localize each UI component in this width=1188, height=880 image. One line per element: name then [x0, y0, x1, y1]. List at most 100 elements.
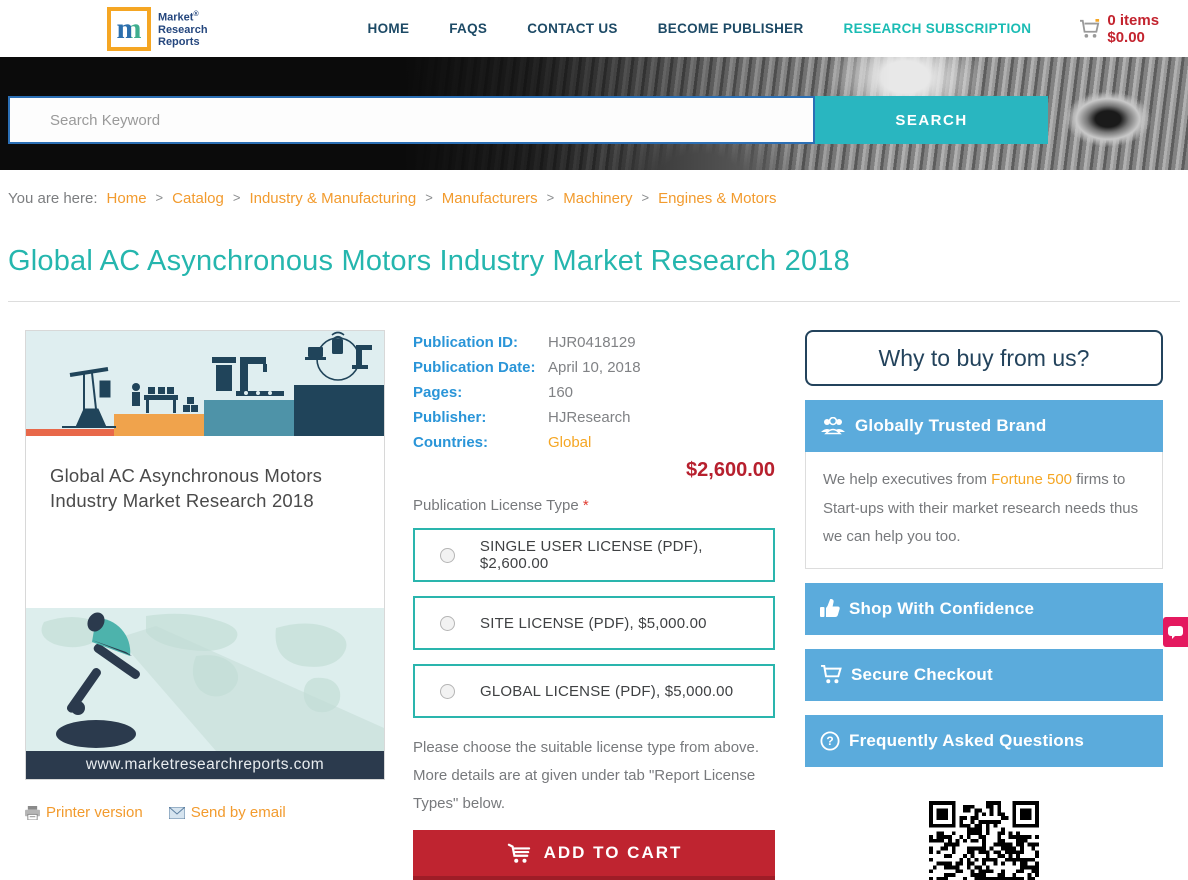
detail-row-pages: Pages: 160	[413, 380, 775, 405]
detail-row-publication-id: Publication ID: HJR0418129	[413, 330, 775, 355]
publication-details-column: Publication ID: HJR0418129 Publication D…	[413, 330, 775, 880]
send-by-email-link[interactable]: Send by email	[169, 804, 286, 821]
detail-row-countries: Countries: Global	[413, 430, 775, 455]
license-option-label: SINGLE USER LICENSE (PDF), $2,600.00	[480, 538, 773, 572]
add-to-cart-icon	[506, 842, 532, 864]
cart-icon	[1079, 19, 1101, 39]
detail-label: Publication ID:	[413, 330, 548, 355]
license-type-label: Publication License Type *	[413, 497, 775, 514]
license-option-label: GLOBAL LICENSE (PDF), $5,000.00	[480, 683, 733, 700]
detail-value: 160	[548, 380, 573, 405]
cover-url-text: www.marketresearchreports.com	[86, 756, 324, 774]
license-option-label: SITE LICENSE (PDF), $5,000.00	[480, 615, 707, 632]
breadcrumb: You are here: Home > Catalog > Industry …	[8, 190, 1188, 207]
chat-bubble-icon	[1168, 626, 1183, 639]
breadcrumb-engines-motors[interactable]: Engines & Motors	[658, 190, 776, 207]
live-chat-tab[interactable]	[1163, 617, 1188, 647]
detail-label: Publication Date:	[413, 355, 548, 380]
required-asterisk: *	[583, 497, 589, 514]
detail-row-publisher: Publisher: HJResearch	[413, 405, 775, 430]
secure-checkout-title: Secure Checkout	[851, 665, 993, 685]
license-note: Please choose the suitable license type …	[413, 734, 775, 817]
globally-trusted-brand-text: We help executives from Fortune 500 firm…	[805, 452, 1163, 569]
license-option-site[interactable]: SITE LICENSE (PDF), $5,000.00	[413, 596, 775, 650]
hero-search-banner: SEARCH	[0, 57, 1188, 170]
nav-contact-us[interactable]: CONTACT US	[527, 21, 618, 36]
detail-label: Publisher:	[413, 405, 548, 430]
report-cover-image: Global AC Asynchronous Motors Industry M…	[25, 330, 385, 780]
email-icon	[169, 807, 185, 819]
nav-home[interactable]: HOME	[368, 21, 410, 36]
detail-label: Countries:	[413, 430, 548, 455]
license-radio-site[interactable]	[440, 616, 455, 631]
page-title: Global AC Asynchronous Motors Industry M…	[8, 245, 1188, 278]
breadcrumb-machinery[interactable]: Machinery	[563, 190, 632, 207]
qr-code-wrap	[805, 801, 1163, 880]
main-content: Global AC Asynchronous Motors Industry M…	[8, 330, 1180, 880]
shop-with-confidence-box[interactable]: Shop With Confidence	[805, 583, 1163, 635]
why-to-buy-box: Why to buy from us?	[805, 330, 1163, 386]
question-circle-icon: ?	[820, 731, 840, 751]
printer-version-link[interactable]: Printer version	[25, 804, 143, 821]
breadcrumb-separator: >	[547, 190, 555, 207]
cover-url-bar: www.marketresearchreports.com	[26, 751, 384, 779]
countries-global-link[interactable]: Global	[548, 430, 591, 455]
nav-research-subscription[interactable]: RESEARCH SUBSCRIPTION	[844, 21, 1032, 36]
why-buy-sidebar: Why to buy from us? Globally Trusted Bra…	[805, 330, 1163, 880]
breadcrumb-manufacturers[interactable]: Manufacturers	[442, 190, 538, 207]
breadcrumb-separator: >	[641, 190, 649, 207]
svg-text:?: ?	[826, 734, 833, 748]
search-input[interactable]	[8, 96, 815, 144]
registered-mark: ®	[193, 11, 198, 18]
main-nav: HOME FAQS CONTACT US BECOME PUBLISHER RE…	[368, 21, 1032, 36]
faq-box[interactable]: ? Frequently Asked Questions	[805, 715, 1163, 767]
shop-with-confidence-title: Shop With Confidence	[849, 599, 1034, 619]
cart-status[interactable]: 0 items $0.00	[1079, 12, 1188, 46]
cover-title-band: Global AC Asynchronous Motors Industry M…	[26, 436, 384, 608]
people-icon	[820, 417, 846, 435]
globally-trusted-brand-header[interactable]: Globally Trusted Brand	[805, 400, 1163, 452]
title-divider	[8, 301, 1180, 302]
share-links: Printer version Send by email	[25, 804, 385, 821]
cover-title-text: Global AC Asynchronous Motors Industry M…	[50, 464, 384, 514]
globally-trusted-brand-title: Globally Trusted Brand	[855, 416, 1046, 436]
breadcrumb-home[interactable]: Home	[107, 190, 147, 207]
breadcrumb-separator: >	[233, 190, 241, 207]
detail-value: HJResearch	[548, 405, 631, 430]
thumbs-up-icon	[820, 599, 840, 618]
faq-title: Frequently Asked Questions	[849, 731, 1084, 751]
breadcrumb-prefix: You are here:	[8, 190, 98, 207]
logo-text: Market® Research Reports	[158, 9, 208, 48]
nav-become-publisher[interactable]: BECOME PUBLISHER	[658, 21, 804, 36]
top-navigation-bar: m Market® Research Reports HOME FAQS CON…	[0, 0, 1188, 57]
secure-checkout-box[interactable]: Secure Checkout	[805, 649, 1163, 701]
printer-icon	[25, 806, 40, 820]
secure-cart-icon	[820, 665, 842, 684]
site-logo[interactable]: m Market® Research Reports	[107, 7, 208, 51]
license-option-global[interactable]: GLOBAL LICENSE (PDF), $5,000.00	[413, 664, 775, 718]
fortune-500-link[interactable]: Fortune 500	[991, 471, 1072, 488]
breadcrumb-catalog[interactable]: Catalog	[172, 190, 224, 207]
product-cover-column: Global AC Asynchronous Motors Industry M…	[25, 330, 385, 880]
detail-value: HJR0418129	[548, 330, 636, 355]
detail-value: April 10, 2018	[548, 355, 641, 380]
license-radio-single-user[interactable]	[440, 548, 455, 563]
nav-faqs[interactable]: FAQS	[449, 21, 487, 36]
qr-code-image	[929, 801, 1039, 880]
cover-map-lamp	[26, 608, 384, 751]
breadcrumb-separator: >	[425, 190, 433, 207]
why-to-buy-title: Why to buy from us?	[879, 345, 1090, 372]
add-to-cart-button[interactable]: ADD TO CART	[413, 830, 775, 880]
detail-row-publication-date: Publication Date: April 10, 2018	[413, 355, 775, 380]
logo-mark: m	[107, 7, 151, 51]
cart-count-total: 0 items $0.00	[1107, 12, 1188, 46]
breadcrumb-separator: >	[156, 190, 164, 207]
detail-label: Pages:	[413, 380, 548, 405]
breadcrumb-industry-manufacturing[interactable]: Industry & Manufacturing	[249, 190, 416, 207]
report-price: $2,600.00	[413, 459, 775, 482]
license-radio-global[interactable]	[440, 684, 455, 699]
cover-illustration	[26, 331, 384, 436]
search-button[interactable]: SEARCH	[815, 96, 1048, 144]
logo-letter: m	[117, 14, 142, 44]
license-option-single-user[interactable]: SINGLE USER LICENSE (PDF), $2,600.00	[413, 528, 775, 582]
